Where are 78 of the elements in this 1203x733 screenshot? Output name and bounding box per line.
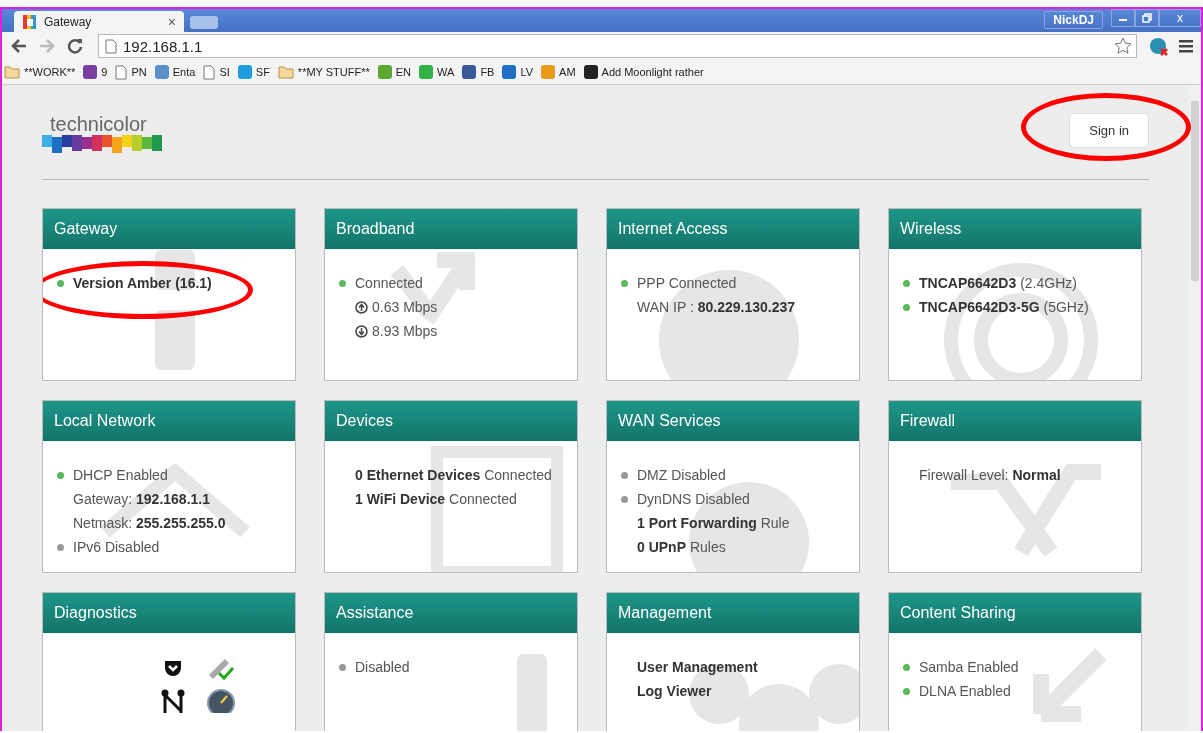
star-icon[interactable] xyxy=(1114,37,1132,55)
card-header[interactable]: Management xyxy=(607,593,859,633)
close-button[interactable]: x xyxy=(1159,9,1201,27)
page-icon xyxy=(105,38,117,54)
card-header[interactable]: Internet Access xyxy=(607,209,859,249)
reload-icon[interactable] xyxy=(66,37,84,55)
card-header[interactable]: Content Sharing xyxy=(889,593,1141,633)
tab-title: Gateway xyxy=(44,14,93,29)
logo-text: technicolor xyxy=(50,113,148,135)
bookmark[interactable]: LV xyxy=(502,65,534,79)
status-text: WAN IP : 80.229.130.237 xyxy=(637,299,795,315)
shield-icon[interactable] xyxy=(163,658,183,678)
bookmark[interactable]: SF xyxy=(237,65,270,79)
address-bar[interactable]: 192.168.1.1 xyxy=(98,34,1137,58)
status-text: 0.63 Mbps xyxy=(372,299,438,315)
status-text: 0 Ethernet Devices Connected xyxy=(355,467,552,483)
card-header[interactable]: Firewall xyxy=(889,401,1141,441)
status-text: User Management xyxy=(637,659,758,675)
status-text: TNCAP6642D3 (2.4GHz) xyxy=(919,275,1077,291)
status-text: IPv6 Disabled xyxy=(73,539,160,555)
page-icon xyxy=(115,64,128,80)
restore-button[interactable] xyxy=(1135,9,1159,27)
status-text: Version Amber (16.1) xyxy=(73,275,212,291)
card-header[interactable]: Broadband xyxy=(325,209,577,249)
card-header[interactable]: Gateway xyxy=(43,209,295,249)
card-header[interactable]: Wireless xyxy=(889,209,1141,249)
card-header[interactable]: Diagnostics xyxy=(43,593,295,633)
status-text: Gateway: 192.168.1.1 xyxy=(73,491,210,507)
bookmark[interactable]: 9 xyxy=(83,65,108,79)
bookmark[interactable]: Add Moonlight rather xyxy=(583,65,704,79)
card-header[interactable]: Devices xyxy=(325,401,577,441)
browser-tab[interactable]: Gateway × xyxy=(14,11,184,32)
status-text: TNCAP6642D3-5G (5GHz) xyxy=(919,299,1089,315)
profile-button[interactable]: NickDJ xyxy=(1044,11,1103,29)
bookmark[interactable]: WA xyxy=(419,65,455,79)
status-text: 1 WiFi Device Connected xyxy=(355,491,517,507)
bookmark[interactable]: AM xyxy=(541,65,576,79)
status-text: DynDNS Disabled xyxy=(637,491,750,507)
card-header[interactable]: WAN Services xyxy=(607,401,859,441)
menu-icon[interactable] xyxy=(1179,39,1193,53)
status-text: 1 Port Forwarding Rule xyxy=(637,515,790,531)
favicon-icon xyxy=(22,13,38,30)
card-header[interactable]: Local Network xyxy=(43,401,295,441)
status-text: DLNA Enabled xyxy=(919,683,1011,699)
folder-icon xyxy=(277,65,294,79)
upload-icon xyxy=(355,300,368,314)
page-icon xyxy=(203,64,216,80)
folder-icon xyxy=(4,65,20,79)
restore-icon xyxy=(1142,13,1152,23)
download-icon xyxy=(355,324,368,338)
back-icon[interactable] xyxy=(10,37,28,55)
status-text: Log Viewer xyxy=(637,683,712,699)
gauge-icon[interactable] xyxy=(207,689,235,713)
network-icon[interactable] xyxy=(161,689,185,713)
status-text: PPP Connected xyxy=(637,275,737,291)
minimize-button[interactable] xyxy=(1111,9,1135,27)
cloud-icon[interactable] xyxy=(1147,36,1169,56)
bookmark[interactable]: **WORK** xyxy=(4,65,76,79)
status-text: 0 UPnP Rules xyxy=(637,539,726,555)
bookmark[interactable]: **MY STUFF** xyxy=(277,65,370,79)
url-text: 192.168.1.1 xyxy=(123,37,203,55)
status-text: DHCP Enabled xyxy=(73,467,168,483)
bookmark[interactable]: FB xyxy=(462,65,495,79)
status-text: Samba Enabled xyxy=(919,659,1019,675)
bookmark[interactable]: PN xyxy=(115,64,147,80)
status-text: Connected xyxy=(355,275,423,291)
status-text: DMZ Disabled xyxy=(637,467,726,483)
status-text: 8.93 Mbps xyxy=(372,323,438,339)
sign-in-button[interactable]: Sign in xyxy=(1069,113,1149,148)
status-text: Firewall Level: Normal xyxy=(919,467,1061,483)
status-text: Disabled xyxy=(355,659,410,675)
status-text: Netmask: 255.255.255.0 xyxy=(73,515,226,531)
bookmark[interactable]: Enta xyxy=(154,65,196,79)
bookmark[interactable]: SI xyxy=(203,64,230,80)
scrollbar-thumb[interactable] xyxy=(1191,101,1199,281)
bookmark[interactable]: EN xyxy=(377,65,412,79)
card-header[interactable]: Assistance xyxy=(325,593,577,633)
tab-close-button[interactable]: × xyxy=(167,13,176,30)
